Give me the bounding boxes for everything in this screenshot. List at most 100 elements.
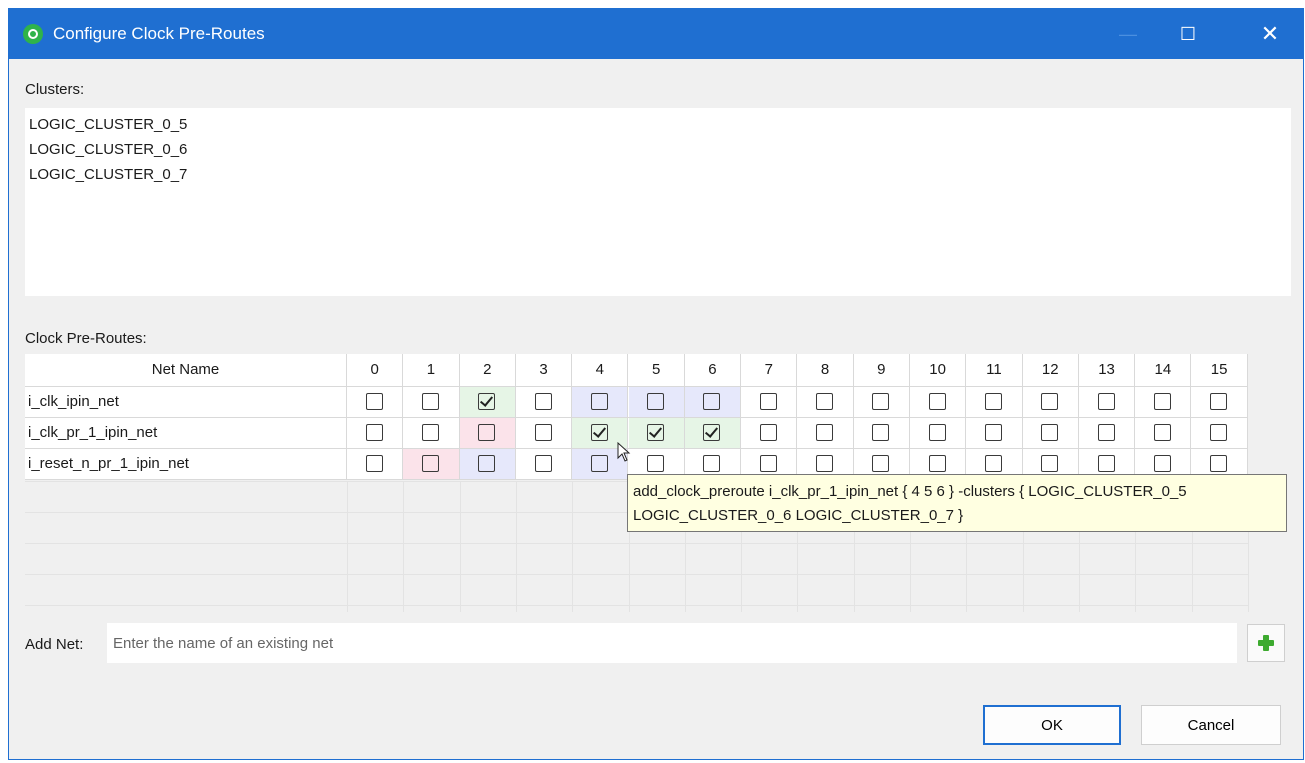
clock-region-checkbox[interactable] [872,455,890,472]
clock-region-checkbox[interactable] [421,393,439,410]
clock-region-checkbox[interactable] [590,393,608,410]
clock-region-checkbox[interactable] [759,424,777,441]
checkbox-cell-10 [910,418,967,448]
checkbox-cell-5 [628,387,685,417]
net-name-cell[interactable]: i_clk_ipin_net [25,387,347,417]
clock-region-checkbox[interactable] [590,455,608,472]
clock-region-checkbox[interactable] [703,455,721,472]
clock-region-checkbox[interactable] [1097,393,1115,410]
add-net-button[interactable] [1247,624,1285,662]
clock-region-checkbox[interactable] [872,424,890,441]
clock-region-checkbox[interactable] [647,424,665,441]
checkbox-cell-10 [910,387,967,417]
column-header-7[interactable]: 7 [741,354,798,386]
minimize-button[interactable]: — [1105,9,1151,59]
clock-region-checkbox[interactable] [759,393,777,410]
column-header-12[interactable]: 12 [1023,354,1079,386]
net-name-cell[interactable]: i_clk_pr_1_ipin_net [25,418,347,448]
clock-region-checkbox[interactable] [1097,424,1115,441]
clock-region-checkbox[interactable] [759,455,777,472]
cluster-item[interactable]: LOGIC_CLUSTER_0_7 [27,162,187,187]
clock-region-checkbox[interactable] [703,424,721,441]
checkbox-cell-1 [403,418,460,448]
checkbox-cell-0 [347,387,404,417]
column-header-0[interactable]: 0 [347,354,404,386]
checkbox-cell-0 [347,418,404,448]
command-tooltip: add_clock_preroute i_clk_pr_1_ipin_net {… [627,474,1287,532]
clock-region-checkbox[interactable] [647,455,665,472]
checkbox-cell-1 [403,387,460,417]
column-header-8[interactable]: 8 [797,354,854,386]
ok-button[interactable]: OK [983,705,1121,745]
checkbox-cell-14 [1135,418,1192,448]
checkbox-cell-12 [1023,387,1079,417]
clock-region-checkbox[interactable] [928,424,946,441]
clock-region-checkbox[interactable] [534,424,552,441]
net-name-cell[interactable]: i_reset_n_pr_1_ipin_net [25,449,347,479]
clock-region-checkbox[interactable] [1210,424,1228,441]
clock-region-checkbox[interactable] [590,424,608,441]
column-header-11[interactable]: 11 [966,354,1023,386]
column-header-14[interactable]: 14 [1135,354,1192,386]
clock-region-checkbox[interactable] [647,393,665,410]
column-header-6[interactable]: 6 [685,354,742,386]
table-row: i_clk_ipin_net [25,387,1248,418]
clock-region-checkbox[interactable] [1097,455,1115,472]
grid-line [515,481,517,612]
column-header-1[interactable]: 1 [403,354,460,386]
clock-region-checkbox[interactable] [1210,455,1228,472]
window-title: Configure Clock Pre-Routes [53,24,265,43]
checkbox-cell-7 [741,387,798,417]
clock-preroutes-label: Clock Pre-Routes: [25,330,147,347]
clock-region-checkbox[interactable] [478,455,496,472]
add-net-input[interactable] [107,623,1237,663]
clock-region-checkbox[interactable] [478,424,496,441]
clock-region-checkbox[interactable] [928,455,946,472]
column-header-4[interactable]: 4 [572,354,629,386]
cluster-item[interactable]: LOGIC_CLUSTER_0_5 [27,112,187,137]
clock-region-checkbox[interactable] [365,455,383,472]
clock-region-checkbox[interactable] [816,455,834,472]
clock-region-checkbox[interactable] [816,393,834,410]
clock-region-checkbox[interactable] [984,393,1002,410]
clock-region-checkbox[interactable] [816,424,834,441]
checkbox-cell-15 [1192,418,1248,448]
clock-region-checkbox[interactable] [534,393,552,410]
column-header-3[interactable]: 3 [516,354,573,386]
clock-region-checkbox[interactable] [1041,424,1059,441]
column-header-15[interactable]: 15 [1192,354,1248,386]
clock-region-checkbox[interactable] [1041,393,1059,410]
clock-region-checkbox[interactable] [984,455,1002,472]
clusters-list-box[interactable]: LOGIC_CLUSTER_0_5 LOGIC_CLUSTER_0_6 LOGIC_… [25,108,1291,296]
clock-region-checkbox[interactable] [1210,393,1228,410]
clock-region-checkbox[interactable] [534,455,552,472]
column-header-10[interactable]: 10 [910,354,967,386]
column-header-13[interactable]: 13 [1079,354,1136,386]
clock-region-checkbox[interactable] [421,455,439,472]
column-header-net-name[interactable]: Net Name [25,354,347,386]
clock-region-checkbox[interactable] [365,424,383,441]
cancel-button[interactable]: Cancel [1141,705,1281,745]
column-header-2[interactable]: 2 [460,354,516,386]
grid-line [459,481,461,612]
clock-region-checkbox[interactable] [872,393,890,410]
clock-region-checkbox[interactable] [984,424,1002,441]
clock-region-checkbox[interactable] [365,393,383,410]
cluster-item[interactable]: LOGIC_CLUSTER_0_6 [27,137,187,162]
title-bar: Configure Clock Pre-Routes — ☐ ✕ [9,9,1303,59]
clock-region-checkbox[interactable] [1041,455,1059,472]
clock-region-checkbox[interactable] [1153,455,1171,472]
add-net-label: Add Net: [25,636,84,653]
table-header: Net Name 0 1 2 3 4 5 6 7 8 9 10 11 12 13 14 15 [25,354,1248,387]
clock-region-checkbox[interactable] [1153,393,1171,410]
clock-region-checkbox[interactable] [421,424,439,441]
column-header-5[interactable]: 5 [629,354,685,386]
clock-region-checkbox[interactable] [478,393,496,410]
clock-region-checkbox[interactable] [928,393,946,410]
clock-region-checkbox[interactable] [703,393,721,410]
column-header-9[interactable]: 9 [854,354,910,386]
clock-region-checkbox[interactable] [1153,424,1171,441]
checkbox-cell-7 [741,418,798,448]
close-button[interactable]: ✕ [1247,9,1293,59]
maximize-button[interactable]: ☐ [1165,9,1211,59]
